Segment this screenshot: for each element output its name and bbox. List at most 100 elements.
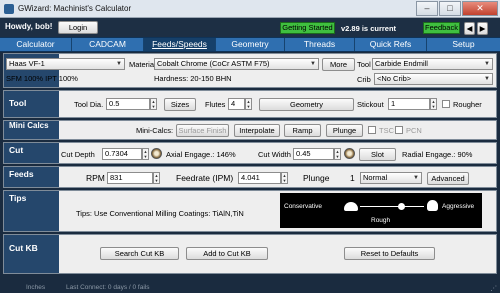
axial-engage-text: Axial Engage.: 146% bbox=[166, 150, 236, 159]
stickout-stepper[interactable]: ▲ ▼ bbox=[430, 98, 437, 110]
geometry-button[interactable]: Geometry bbox=[259, 98, 354, 111]
section-header-tips: Tips bbox=[4, 191, 59, 231]
plunge-label: Plunge bbox=[303, 173, 330, 183]
tool-type-select-value: Carbide Endmill bbox=[375, 59, 428, 68]
crib-select[interactable]: <No Crib> ▼ bbox=[374, 73, 493, 85]
plunge-calc-button[interactable]: Plunge bbox=[326, 124, 363, 137]
getting-started-button[interactable]: Getting Started bbox=[280, 22, 335, 34]
cut-width-stepper[interactable]: ▲ ▼ bbox=[334, 148, 341, 160]
pcn-checkbox[interactable] bbox=[395, 126, 403, 134]
crib-label: Crib bbox=[357, 75, 371, 84]
interpolate-button[interactable]: Interpolate bbox=[234, 124, 280, 137]
minicalcs-section: Mini Calcs Mini-Calcs: Surface Finish In… bbox=[3, 120, 497, 140]
window-controls: – □ ✕ bbox=[416, 1, 498, 16]
chevron-down-icon: ▼ bbox=[413, 175, 419, 181]
cut-width-dial-icon[interactable] bbox=[344, 148, 355, 159]
turtle-icon bbox=[344, 202, 358, 211]
rougher-label: Rougher bbox=[453, 100, 482, 109]
tsc-checkbox[interactable] bbox=[368, 126, 376, 134]
slot-button[interactable]: Slot bbox=[359, 148, 396, 161]
add-to-cut-kb-button[interactable]: Add to Cut KB bbox=[186, 247, 268, 260]
tool-section: Tool Tool Dia. 0.5 ▲ ▼ Sizes Flutes 4 ▲ ▼ … bbox=[3, 90, 497, 118]
rougher-checkbox[interactable] bbox=[442, 100, 450, 108]
conservative-label: Conservative bbox=[284, 203, 322, 210]
cut-section: Cut Cut Depth 0.7304 ▲ ▼ Axial Engage.: 1… bbox=[3, 142, 497, 164]
ramp-button[interactable]: Ramp bbox=[284, 124, 321, 137]
machine-select[interactable]: Haas VF-1 ▼ bbox=[6, 58, 125, 70]
tab-calculator[interactable]: Calculator bbox=[0, 38, 72, 51]
cut-depth-label: Cut Depth bbox=[61, 150, 95, 159]
units-status: Inches bbox=[26, 284, 46, 291]
flutes-label: Flutes bbox=[205, 100, 226, 109]
stickout-input[interactable]: 1 bbox=[388, 98, 430, 110]
status-bar: Inches Last Connect: 0 days / 0 fails ⋰ bbox=[0, 283, 500, 293]
tab-cadcam[interactable]: CADCAM bbox=[72, 38, 144, 51]
tool-dia-stepper[interactable]: ▲ ▼ bbox=[150, 98, 157, 110]
pcn-label: PCN bbox=[406, 126, 422, 135]
section-header-feeds: Feeds bbox=[4, 167, 59, 187]
aggressive-label: Aggressive bbox=[442, 203, 475, 210]
section-header-mini-calcs: Mini Calcs bbox=[4, 121, 59, 139]
cut-depth-stepper[interactable]: ▲ ▼ bbox=[142, 148, 149, 160]
section-header-cut: Cut bbox=[4, 143, 59, 163]
main-tabs: Calculator CADCAM Feeds/Speeds Geometry … bbox=[0, 37, 500, 52]
rpm-stepper[interactable]: ▲ ▼ bbox=[153, 172, 160, 184]
hardness-text: Hardness: 20-150 BHN bbox=[154, 74, 232, 83]
back-arrow-icon[interactable]: ◀ bbox=[464, 22, 475, 35]
tool-dia-input[interactable]: 0.5 bbox=[106, 98, 150, 110]
material-select-value: Cobalt Chrome (CoCr ASTM F75) bbox=[157, 59, 270, 68]
advanced-button[interactable]: Advanced bbox=[427, 172, 469, 185]
chevron-down-icon: ▼ bbox=[484, 61, 490, 67]
login-button[interactable]: Login bbox=[58, 21, 98, 34]
close-icon[interactable]: ✕ bbox=[462, 1, 498, 16]
tool-type-select[interactable]: Carbide Endmill ▼ bbox=[372, 58, 493, 70]
version-status: v2.89 is current bbox=[341, 24, 397, 33]
cutkb-section: Cut KB Search Cut KB Add to Cut KB Reset… bbox=[3, 234, 497, 274]
cut-depth-input[interactable]: 0.7304 bbox=[102, 148, 142, 160]
search-cut-kb-button[interactable]: Search Cut KB bbox=[100, 247, 179, 260]
forward-arrow-icon[interactable]: ▶ bbox=[477, 22, 488, 35]
cut-width-label: Cut Width bbox=[258, 150, 291, 159]
feed-mode-select-value: Normal bbox=[363, 173, 388, 182]
tab-geometry[interactable]: Geometry bbox=[216, 38, 285, 51]
tab-setup[interactable]: Setup bbox=[427, 38, 500, 51]
reset-defaults-button[interactable]: Reset to Defaults bbox=[344, 247, 435, 260]
section-header-tool: Tool bbox=[4, 91, 59, 117]
sfm-ipt-text: SFM 100% IPT 100% bbox=[6, 74, 78, 83]
minimize-icon[interactable]: – bbox=[416, 1, 438, 16]
greeting: Howdy, bob! bbox=[5, 22, 53, 31]
feedrate-input[interactable]: 4.041 bbox=[238, 172, 281, 184]
aggressiveness-slider[interactable] bbox=[360, 206, 424, 207]
feeds-section: Feeds RPM 831 ▲ ▼ Feedrate (IPM) 4.041 ▲ ▼… bbox=[3, 166, 497, 188]
feedrate-stepper[interactable]: ▲ ▼ bbox=[281, 172, 288, 184]
flutes-input[interactable]: 4 bbox=[228, 98, 245, 110]
surface-finish-button[interactable]: Surface Finish bbox=[176, 124, 229, 137]
cut-width-input[interactable]: 0.45 bbox=[293, 148, 334, 160]
flutes-stepper[interactable]: ▲ ▼ bbox=[245, 98, 252, 110]
resize-grip-icon[interactable]: ⋰ bbox=[491, 284, 498, 292]
cut-depth-dial-icon[interactable] bbox=[151, 148, 162, 159]
tips-text: Tips: Use Conventional Milling Coatings:… bbox=[76, 209, 244, 218]
window-titlebar: GWizard: Machinist's Calculator – □ ✕ bbox=[0, 0, 500, 18]
aggressiveness-slider-handle[interactable] bbox=[398, 203, 406, 210]
sizes-button[interactable]: Sizes bbox=[164, 98, 196, 111]
tab-threads[interactable]: Threads bbox=[285, 38, 355, 51]
section-header-cut-kb: Cut KB bbox=[4, 235, 59, 273]
material-label: Material bbox=[129, 60, 156, 69]
app-icon bbox=[4, 4, 14, 14]
rpm-input[interactable]: 831 bbox=[107, 172, 153, 184]
rpm-label: RPM bbox=[86, 173, 105, 183]
radial-engage-text: Radial Engage.: 90% bbox=[402, 150, 473, 159]
feedback-button[interactable]: Feedback bbox=[423, 22, 460, 34]
machine-section: Machine Haas VF-1▼ Material Cobalt Chrom… bbox=[3, 53, 497, 88]
more-button[interactable]: More bbox=[322, 58, 355, 71]
maximize-icon[interactable]: □ bbox=[439, 1, 461, 16]
material-select[interactable]: Cobalt Chrome (CoCr ASTM F75) ▼ bbox=[154, 58, 319, 70]
tab-feeds-speeds[interactable]: Feeds/Speeds bbox=[144, 38, 216, 51]
rabbit-icon bbox=[427, 200, 438, 211]
feedrate-label: Feedrate (IPM) bbox=[176, 173, 234, 183]
tab-quick-refs[interactable]: Quick Refs bbox=[355, 38, 427, 51]
feed-mode-select[interactable]: Normal ▼ bbox=[360, 172, 422, 184]
mini-calcs-label: Mini-Calcs: bbox=[136, 126, 174, 135]
machine-select-value: Haas VF-1 bbox=[9, 59, 45, 68]
